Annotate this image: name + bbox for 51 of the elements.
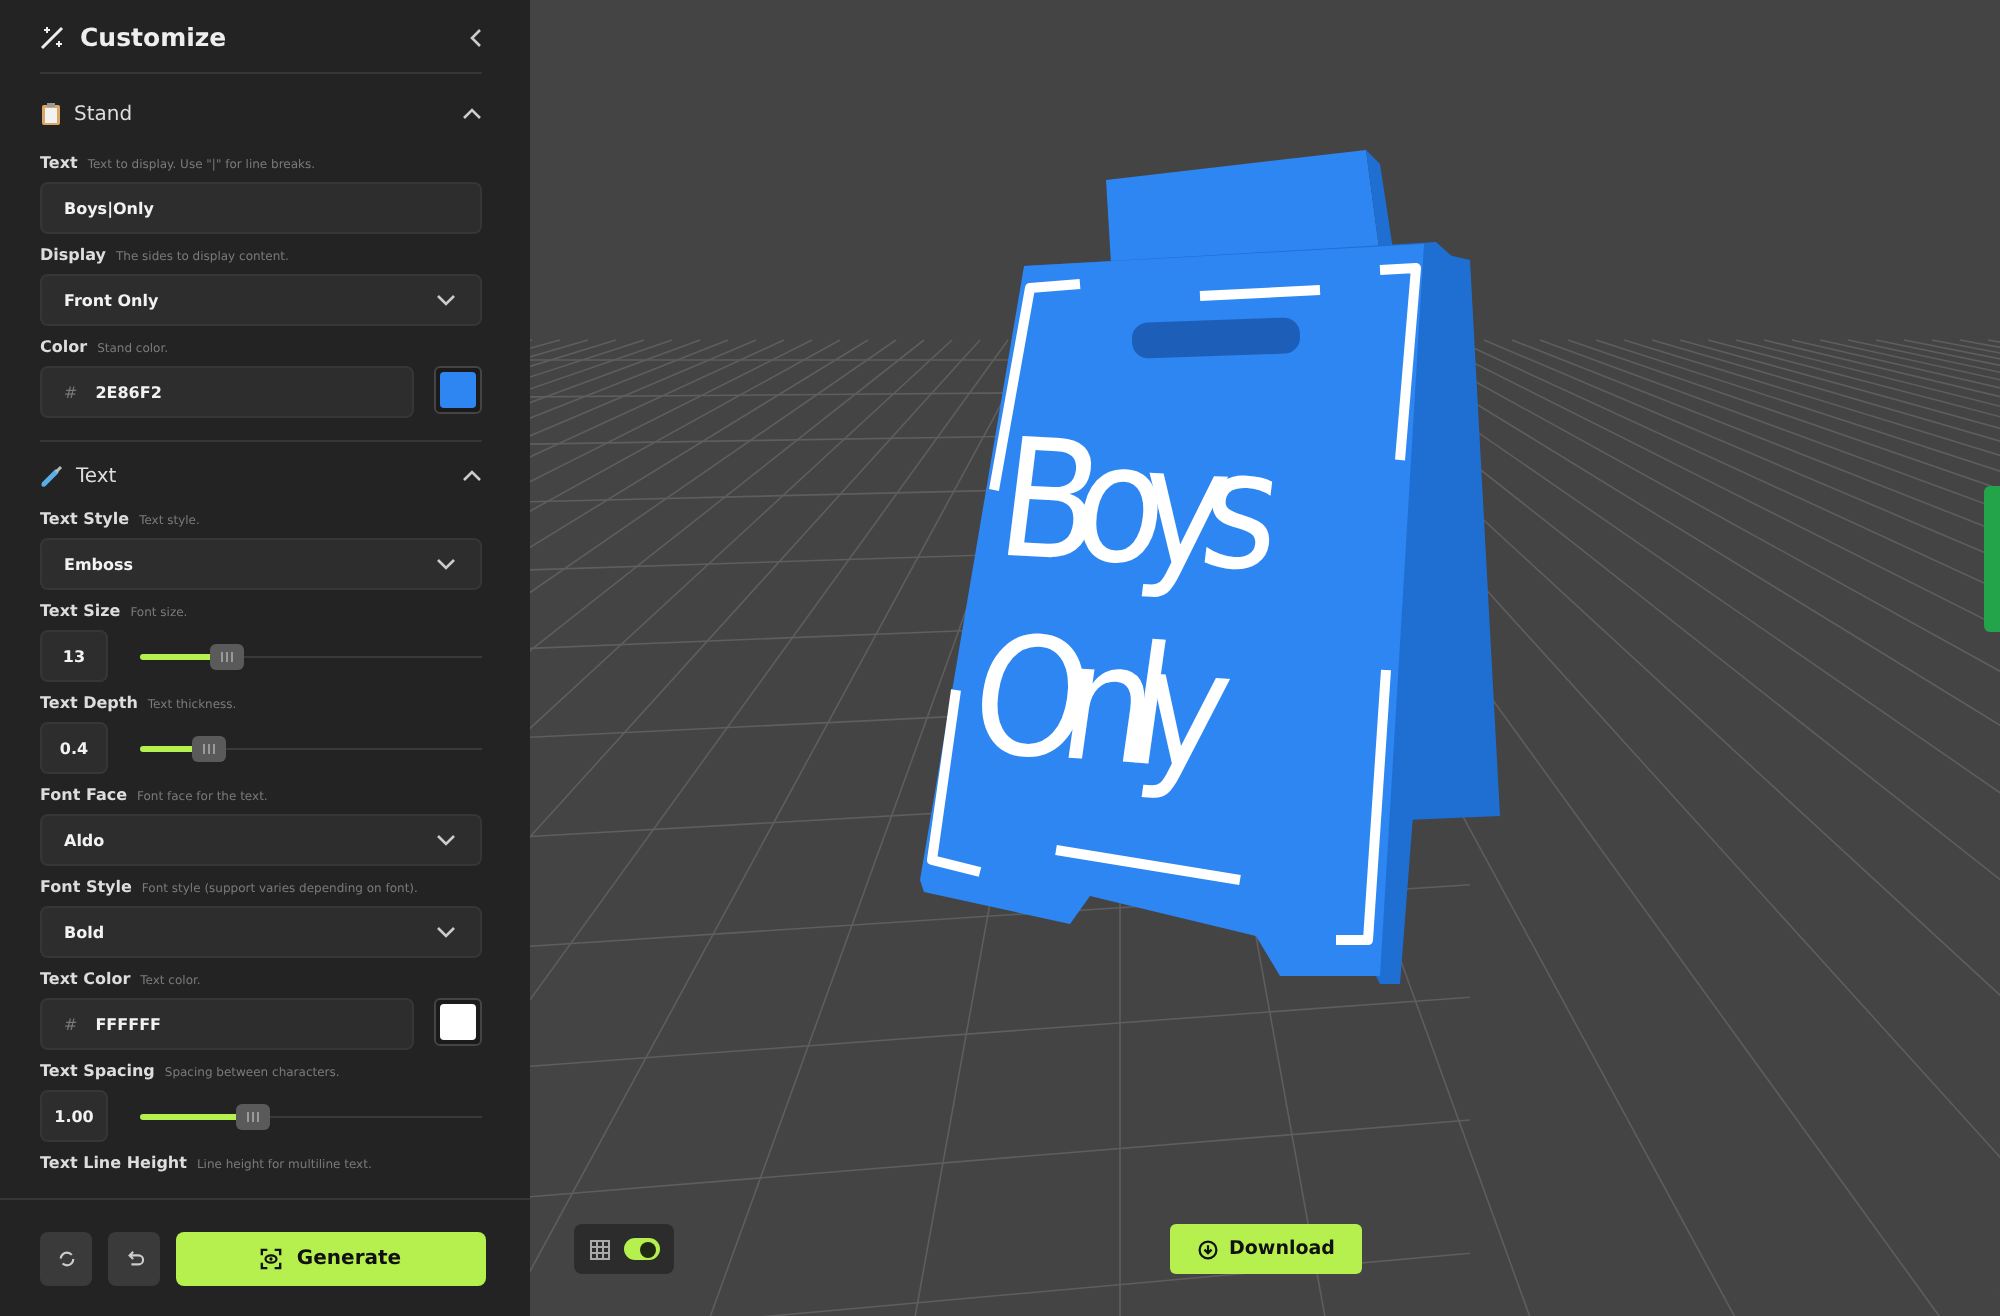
chevron-down-icon	[436, 834, 456, 846]
chevron-up-icon	[462, 470, 482, 482]
field-label: Display	[40, 246, 106, 266]
grid-toggle[interactable]	[623, 1238, 659, 1260]
field-label: Font Face	[40, 786, 128, 806]
chevron-down-icon	[436, 558, 456, 570]
field-label: Text Depth	[40, 694, 138, 714]
field-label: Text Size	[40, 602, 121, 622]
chevron-down-icon	[436, 926, 456, 938]
dropper-icon	[40, 464, 64, 488]
download-button[interactable]: Download	[1170, 1224, 1362, 1274]
slider-thumb[interactable]	[192, 735, 227, 761]
color-swatch[interactable]	[434, 998, 482, 1046]
select-field[interactable]: Emboss	[40, 538, 482, 590]
undo-button[interactable]	[108, 1231, 160, 1285]
panel-title: Customize	[80, 22, 229, 52]
scan-eye-icon	[260, 1247, 283, 1269]
field-label: Text Line Height	[40, 1154, 187, 1174]
chevron-up-icon	[462, 108, 482, 120]
number-input[interactable]: 1.00	[40, 1090, 108, 1142]
undo-icon	[125, 1249, 143, 1267]
section-title: Stand	[74, 103, 135, 125]
select-field[interactable]: Aldo	[40, 814, 482, 866]
section-toggle[interactable]	[462, 108, 482, 120]
number-input[interactable]: 0.4	[40, 722, 108, 774]
slider-thumb[interactable]	[209, 643, 244, 669]
select-field[interactable]: Bold	[40, 906, 482, 958]
hex-input[interactable]: # 2E86F2	[40, 366, 414, 418]
select-field[interactable]: Front Only	[40, 274, 482, 326]
refresh-icon	[57, 1249, 75, 1267]
clipboard-icon	[40, 102, 62, 126]
generate-button[interactable]: Generate	[176, 1231, 486, 1285]
collapse-icon[interactable]	[470, 27, 482, 47]
hex-input[interactable]: # FFFFFF	[40, 998, 414, 1050]
reset-button[interactable]	[40, 1231, 92, 1285]
grid-icon	[589, 1239, 609, 1259]
field-label: Font Style	[40, 878, 132, 898]
color-swatch[interactable]	[434, 366, 482, 414]
section-title: Text	[76, 465, 119, 487]
slider-thumb[interactable]	[236, 1103, 271, 1129]
field-label: Color	[40, 338, 88, 358]
number-input[interactable]: 13	[40, 630, 108, 682]
field-label: Text	[40, 154, 78, 174]
field-label: Text Spacing	[40, 1062, 155, 1082]
section-toggle[interactable]	[462, 470, 482, 482]
chevron-down-icon	[436, 294, 456, 306]
field-label: Text Color	[40, 970, 131, 990]
download-icon	[1197, 1239, 1218, 1259]
text-input[interactable]: Boys|Only	[40, 182, 482, 234]
field-label: Text Style	[40, 510, 130, 530]
wand-icon	[40, 25, 64, 49]
